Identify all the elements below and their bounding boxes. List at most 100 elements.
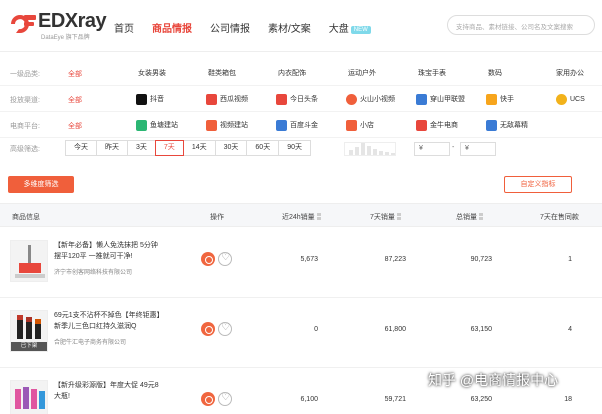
video-site-icon xyxy=(206,119,217,131)
platform-option-xigua[interactable]: 西瓜视频 xyxy=(206,91,248,107)
product-shop[interactable]: 济宁市创客网络科技有限公司 xyxy=(54,267,132,276)
detail-icon[interactable] xyxy=(201,252,215,266)
time-3d-button[interactable]: 3天 xyxy=(127,140,156,156)
header-label: 7天销量 xyxy=(370,214,395,221)
ecommerce-option[interactable]: 金牛电商 xyxy=(416,117,458,133)
cell-sales-total: 63,250 xyxy=(470,396,492,403)
ecommerce-option[interactable]: 视频建站 xyxy=(206,117,248,133)
time-90d-button[interactable]: 90天 xyxy=(278,140,311,156)
cell-sales-24h: 0 xyxy=(314,326,318,333)
platform-label: 穿山甲联盟 xyxy=(430,96,465,103)
custom-metrics-button[interactable]: 自定义指标 xyxy=(504,176,572,193)
nav-materials[interactable]: 素材/文案 xyxy=(268,20,311,35)
category-option[interactable]: 珠宝手表 xyxy=(418,65,446,81)
table-row[interactable]: 【新年必备】懒人免洗抹把 5分钟摆平120平 一推就可干净! 济宁市创客网络科技… xyxy=(0,228,602,298)
price-max-input[interactable]: ¥ xyxy=(460,142,496,156)
detail-icon[interactable] xyxy=(201,392,215,406)
row-operations xyxy=(201,252,232,266)
multi-filter-button[interactable]: 多维度筛选 xyxy=(8,176,74,193)
ecommerce-label: 金牛电商 xyxy=(430,122,458,129)
platform-option-ucs[interactable]: UCS xyxy=(556,91,585,107)
filter-all[interactable]: 全部 xyxy=(68,121,82,131)
favorite-icon[interactable] xyxy=(218,252,232,266)
platform-label: 快手 xyxy=(500,96,514,103)
platform-label: 火山小视频 xyxy=(360,96,395,103)
filter-label: 高级筛选: xyxy=(10,146,40,153)
top-navbar: EDXray DataEye 旗下品牌 首页 商品情报 公司情报 素材/文案 大… xyxy=(0,0,602,52)
category-option[interactable]: 运动户外 xyxy=(348,65,376,81)
platform-label: 今日头条 xyxy=(290,96,318,103)
category-option[interactable]: 鞋类箱包 xyxy=(208,65,236,81)
product-title[interactable]: 【新升级彩源版】年度大促 49元8大瓶! xyxy=(54,380,162,402)
platform-label: UCS xyxy=(570,95,585,103)
row-operations xyxy=(201,322,232,336)
nav-market[interactable]: 大盘 NEW xyxy=(329,20,371,35)
favorite-icon[interactable] xyxy=(218,392,232,406)
header-operations: 操作 xyxy=(210,214,224,221)
header-product-info: 商品信息 xyxy=(12,214,40,221)
time-yesterday-button[interactable]: 昨天 xyxy=(96,140,128,156)
platform-option-douyin[interactable]: 抖音 xyxy=(136,91,164,107)
search-input[interactable]: 支持商品、素材链接、公司名及文案搜索 xyxy=(447,15,595,35)
filter-label: 投放渠道: xyxy=(10,97,40,104)
table-row[interactable]: 已下架 69元1支不沾杯不掉色【年终钜惠】新季儿三色口红持久滋润Q 合肥牛汇电子… xyxy=(0,298,602,368)
yutang-icon xyxy=(136,119,147,131)
sort-icon xyxy=(396,213,401,220)
product-shop[interactable]: 合肥牛汇电子商务有限公司 xyxy=(54,337,126,346)
logo-subtitle: DataEye 旗下品牌 xyxy=(41,35,90,41)
ecommerce-label: 小店 xyxy=(360,122,374,129)
zhihu-watermark: 知乎 @电商情报中心 xyxy=(428,372,559,388)
cell-ads-7d: 18 xyxy=(564,396,572,403)
product-thumbnail[interactable] xyxy=(10,380,48,414)
ecommerce-option[interactable]: 鱼塘建站 xyxy=(136,117,178,133)
nav-company-intel[interactable]: 公司情报 xyxy=(210,20,250,35)
baidu-icon xyxy=(276,119,287,131)
product-thumbnail[interactable]: 已下架 xyxy=(10,310,48,352)
header-ads-7d[interactable]: 7天在售同款 xyxy=(540,212,579,222)
ecommerce-label: 百度斗金 xyxy=(290,122,318,129)
nav-product-intel[interactable]: 商品情报 xyxy=(152,20,192,35)
time-today-button[interactable]: 今天 xyxy=(65,140,97,156)
detail-icon[interactable] xyxy=(201,322,215,336)
ucs-icon xyxy=(556,93,567,105)
cell-sales-7d: 59,721 xyxy=(384,396,406,403)
cell-sales-7d: 87,223 xyxy=(384,256,406,263)
category-option[interactable]: 家用办公 xyxy=(556,65,584,81)
price-distribution-graphic xyxy=(344,142,396,156)
platform-option-pangle[interactable]: 穿山甲联盟 xyxy=(416,91,465,107)
ecommerce-option[interactable]: 百度斗金 xyxy=(276,117,318,133)
header-sales-24h[interactable]: 近24h销量 xyxy=(282,212,321,222)
product-title[interactable]: 【新年必备】懒人免洗抹把 5分钟摆平120平 一推就可干净! xyxy=(54,240,162,262)
filter-all[interactable]: 全部 xyxy=(68,69,82,79)
time-14d-button[interactable]: 14天 xyxy=(182,140,216,156)
cell-sales-24h: 5,673 xyxy=(300,256,318,263)
category-option[interactable]: 女装男装 xyxy=(138,65,166,81)
sort-icon xyxy=(316,213,321,220)
platform-option-toutiao[interactable]: 今日头条 xyxy=(276,91,318,107)
logo[interactable]: EDXray DataEye 旗下品牌 xyxy=(8,8,108,41)
platform-label: 西瓜视频 xyxy=(220,96,248,103)
header-sales-7d[interactable]: 7天销量 xyxy=(370,212,401,222)
product-title[interactable]: 69元1支不沾杯不掉色【年终钜惠】新季儿三色口红持久滋润Q xyxy=(54,310,162,332)
platform-option-kuaishou[interactable]: 快手 xyxy=(486,91,514,107)
header-sales-total[interactable]: 总销量 xyxy=(456,212,483,222)
time-7d-button[interactable]: 7天 xyxy=(154,140,184,156)
category-option[interactable]: 内衣配饰 xyxy=(278,65,306,81)
category-option[interactable]: 数码 xyxy=(488,65,502,81)
favorite-icon[interactable] xyxy=(218,322,232,336)
ecommerce-option[interactable]: 小店 xyxy=(346,117,374,133)
logo-text: EDXray xyxy=(38,10,107,32)
time-range-group: 今天 昨天 3天 7天 14天 30天 60天 90天 xyxy=(65,140,311,156)
filter-all[interactable]: 全部 xyxy=(68,95,82,105)
price-min-input[interactable]: ¥ xyxy=(414,142,450,156)
product-thumbnail[interactable] xyxy=(10,240,48,282)
platform-option-huoshan[interactable]: 火山小视频 xyxy=(346,91,395,107)
nav-home[interactable]: 首页 xyxy=(114,20,134,35)
xiaodian-icon xyxy=(346,119,357,131)
search-placeholder: 支持商品、素材链接、公司名及文案搜索 xyxy=(456,24,573,31)
time-30d-button[interactable]: 30天 xyxy=(214,140,248,156)
douyin-icon xyxy=(136,93,147,105)
time-60d-button[interactable]: 60天 xyxy=(246,140,280,156)
ecommerce-option[interactable]: 无敌幕精 xyxy=(486,117,528,133)
cell-sales-total: 63,150 xyxy=(470,326,492,333)
